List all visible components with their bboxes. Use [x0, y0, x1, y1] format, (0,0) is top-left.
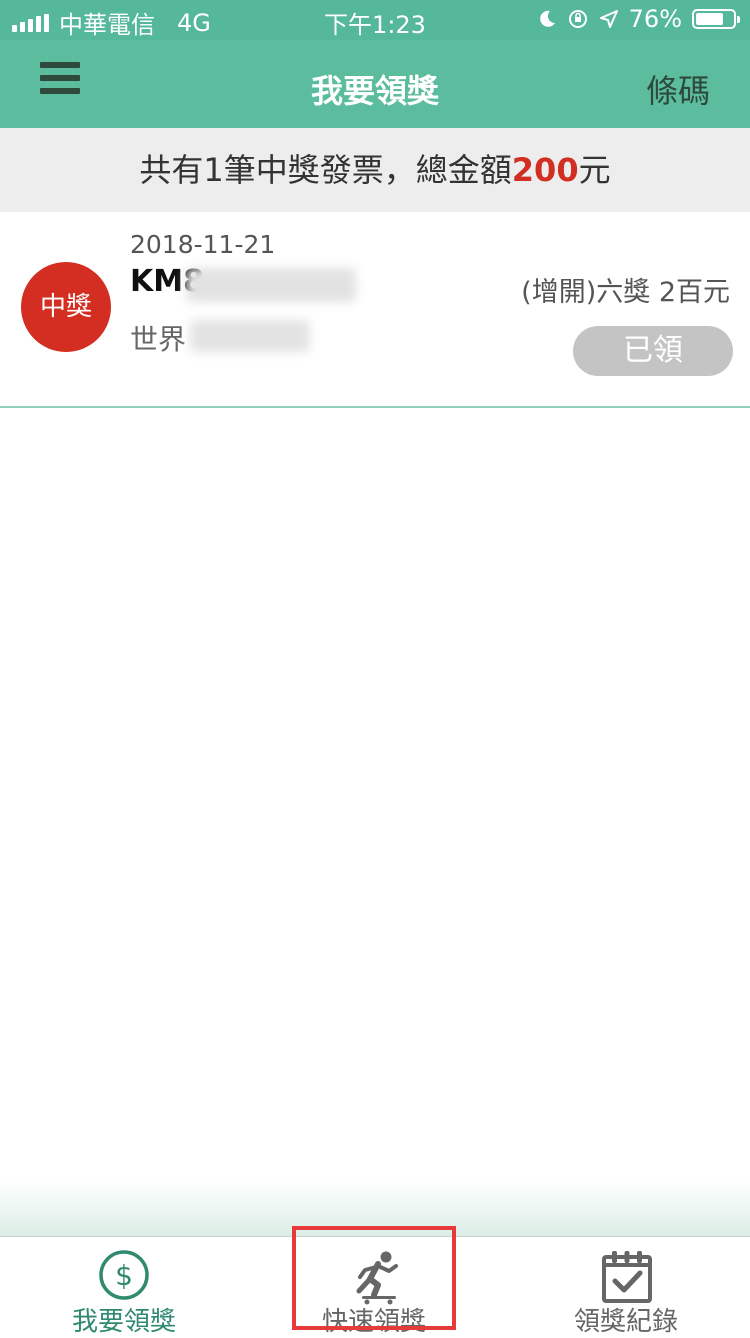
tab-claim-history[interactable]: 領獎紀錄 [526, 1237, 726, 1337]
tab-label: 我要領獎 [71, 1307, 176, 1337]
tab-quick-claim[interactable]: 快速領獎 [274, 1237, 474, 1337]
battery-percent: 76% [628, 5, 682, 33]
battery-fill [696, 13, 724, 25]
tab-bar: $ 我要領獎 快速領獎 領獎紀錄 [0, 1236, 750, 1337]
tab-bar-shadow [0, 1180, 750, 1236]
shop-name-redacted [190, 320, 310, 352]
tab-label: 快速領獎 [321, 1307, 426, 1337]
rotation-lock-icon [568, 10, 587, 28]
nav-bar: 我要領獎 條碼 [0, 40, 750, 128]
prize-info: (增開)六獎 2百元 [521, 277, 730, 308]
hamburger-menu-icon[interactable] [40, 62, 80, 100]
prize-summary: 共有1筆中獎發票，總金額200元 [0, 128, 750, 212]
skateboard-runner-icon [356, 1251, 398, 1305]
winning-badge: 中獎 [21, 262, 111, 352]
tab-label: 領獎紀錄 [573, 1307, 678, 1337]
svg-text:$: $ [115, 1259, 133, 1292]
claimed-status-button[interactable]: 已領 [573, 326, 733, 376]
moon-icon [539, 10, 555, 27]
status-right: 76% [537, 5, 740, 33]
invoice-number-redacted [186, 268, 356, 302]
list-item[interactable] [0, 212, 750, 408]
battery-icon [692, 9, 740, 29]
shop-name: 世界 [130, 323, 187, 356]
summary-suffix: 元 [578, 151, 611, 189]
location-arrow-icon [599, 10, 618, 28]
barcode-button[interactable]: 條碼 [646, 66, 710, 112]
calendar-check-icon [602, 1251, 652, 1303]
page-title: 我要領獎 [310, 72, 439, 110]
tab-claim-prize[interactable]: $ 我要領獎 [24, 1237, 224, 1337]
dollar-circle-icon: $ [99, 1250, 149, 1300]
summary-prefix: 共有1筆中獎發票，總金額 [139, 151, 512, 189]
invoice-date: 2018-11-21 [130, 230, 276, 259]
status-bar: 中華電信 4G 下午1:23 76% [0, 0, 750, 40]
summary-amount: 200 [511, 151, 579, 189]
